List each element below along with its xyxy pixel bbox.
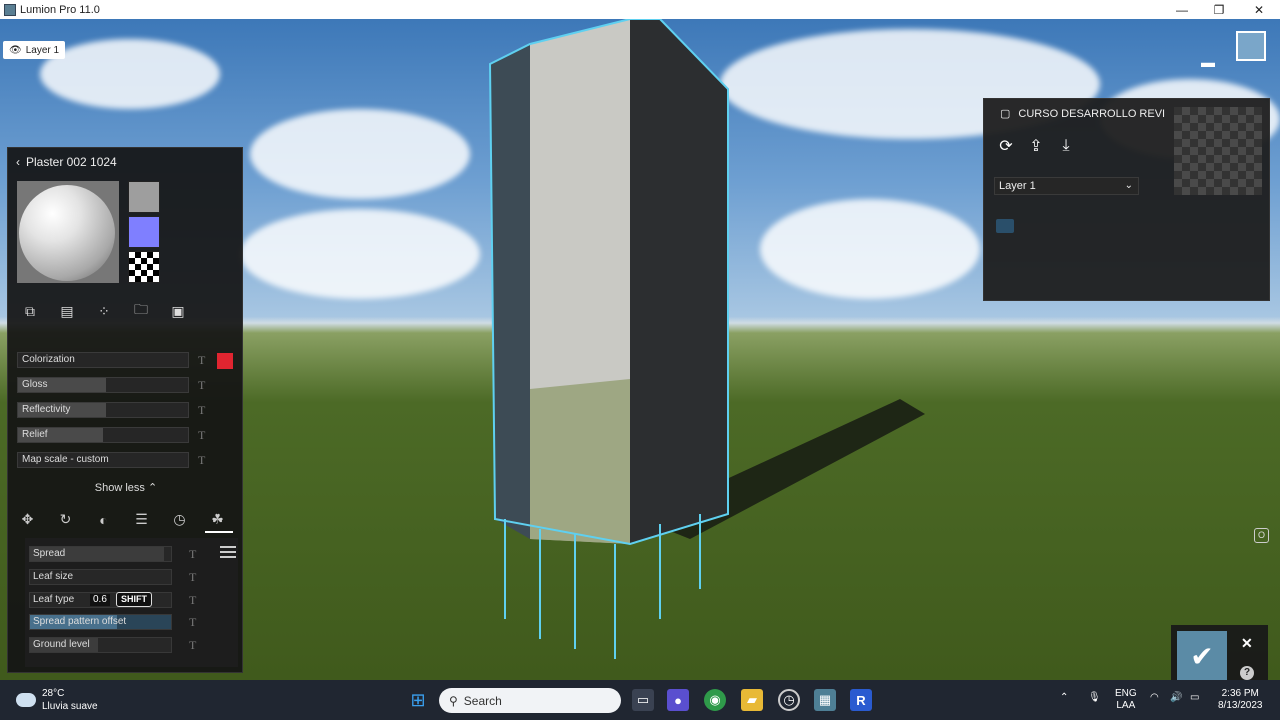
camera-icon[interactable]: ▬ xyxy=(1201,54,1215,70)
leaf-size-t-icon[interactable]: T xyxy=(189,570,196,585)
document-icon: ▢ xyxy=(1000,108,1011,120)
menu-icon[interactable] xyxy=(220,546,236,558)
teams-icon[interactable]: ● xyxy=(667,689,689,711)
language-indicator[interactable]: ENG LAA xyxy=(1115,688,1137,712)
wifi-icon[interactable]: ◠ xyxy=(1150,692,1159,704)
title-bar: Lumion Pro 11.0 — ❐ ✕ xyxy=(0,0,1280,19)
spread-pattern-offset-slider[interactable]: Spread pattern offset xyxy=(29,614,172,630)
map-scale-slider[interactable]: Map scale - custom xyxy=(17,452,189,468)
material-name: Plaster 002 1024 xyxy=(26,155,117,169)
colorization-slider[interactable]: Colorization xyxy=(17,352,189,368)
weather-widget[interactable]: 28°C Lluvia suave xyxy=(16,687,98,713)
material-panel: ‹ Plaster 002 1024 ⧉ ▤ ⁘ 🗀 ▣ Colorizatio… xyxy=(7,147,243,673)
material-preview xyxy=(17,181,119,283)
reflectivity-slider[interactable]: Reflectivity xyxy=(17,402,189,418)
reflectivity-t-icon[interactable]: T xyxy=(198,403,205,418)
lumion-taskbar-icon[interactable]: ▦ xyxy=(814,689,836,711)
colorization-color-swatch[interactable] xyxy=(217,353,233,369)
spread-t-icon[interactable]: T xyxy=(189,547,196,562)
layer-chip-label: Layer 1 xyxy=(25,44,60,56)
weather-temp: 28°C xyxy=(42,688,65,699)
orbit-toggle-icon[interactable]: O xyxy=(1254,528,1269,543)
chevron-down-icon: ⌄ xyxy=(1124,180,1133,191)
layer-chip[interactable]: 👁 Layer 1 xyxy=(3,41,66,59)
shift-key-hint: SHIFT xyxy=(116,592,152,607)
normal-swatch[interactable] xyxy=(128,216,160,248)
relief-t-icon[interactable]: T xyxy=(198,428,205,443)
upload-icon[interactable]: ⇪ xyxy=(1026,136,1046,156)
clock-icon[interactable]: ◷ xyxy=(170,510,189,529)
layers-panel-title: CURSO DESARROLLO REVI xyxy=(1018,107,1166,120)
cloud-rain-icon xyxy=(16,693,36,707)
file-explorer-icon[interactable]: ▰ xyxy=(741,689,763,711)
spread-slider[interactable]: Spread xyxy=(29,546,172,562)
show-less-toggle[interactable]: Show less ⌃ xyxy=(8,481,244,494)
copy-icon[interactable]: ⧉ xyxy=(20,301,40,321)
confirm-checkmark-button[interactable]: ✔ xyxy=(1177,631,1227,680)
gloss-t-icon[interactable]: T xyxy=(198,378,205,393)
task-view-icon[interactable]: ▭ xyxy=(632,689,654,711)
download-icon[interactable]: ⤓ xyxy=(1056,136,1076,156)
layer-thumbnail xyxy=(1174,107,1262,195)
leaf-size-slider[interactable]: Leaf size xyxy=(29,569,172,585)
help-icon[interactable]: ? xyxy=(1240,666,1254,680)
battery-icon[interactable]: ▭ xyxy=(1190,692,1199,704)
leaf-type-value[interactable]: 0.6 xyxy=(90,594,110,606)
confirm-panel: ✔ ✕ ? xyxy=(1171,625,1268,680)
revit-icon[interactable]: R xyxy=(850,689,872,711)
window-title: Lumion Pro 11.0 xyxy=(20,3,100,16)
layer-visibility-chip[interactable] xyxy=(996,219,1014,233)
gloss-slider[interactable]: Gloss xyxy=(17,377,189,393)
close-button[interactable]: ✕ xyxy=(1239,0,1279,19)
taskbar: 28°C Lluvia suave ⊞ ⚲ Search ▭ ● ◉ ▰ ◷ ▦… xyxy=(0,680,1280,720)
back-chevron-icon[interactable]: ‹ xyxy=(16,155,20,169)
sliders-icon[interactable]: ☰ xyxy=(132,510,151,529)
mask-swatch[interactable] xyxy=(128,251,160,283)
rotate-icon[interactable]: ↻ xyxy=(56,510,75,529)
ground-level-slider[interactable]: Ground level xyxy=(29,637,172,653)
chevron-up-icon[interactable]: ⌃ xyxy=(1060,692,1068,704)
maximize-button[interactable]: ❐ xyxy=(1199,0,1239,19)
screen-mode-icon[interactable] xyxy=(1236,31,1266,61)
eye-icon[interactable]: 👁 xyxy=(9,45,22,56)
chrome-icon[interactable]: ◉ xyxy=(704,689,726,711)
taskbar-search[interactable]: ⚲ Search xyxy=(439,688,621,713)
foliage-icon[interactable]: ☘ xyxy=(208,510,227,529)
recorder-icon[interactable]: ◷ xyxy=(778,689,800,711)
paste-icon[interactable]: ▤ xyxy=(57,301,77,321)
save-icon[interactable]: ▣ xyxy=(168,301,188,321)
foliage-settings: Spread T Leaf size T Leaf type 0.6 SHIFT… xyxy=(25,538,238,667)
leaf-type-t-icon[interactable]: T xyxy=(189,593,196,608)
cancel-x-icon[interactable]: ✕ xyxy=(1241,635,1253,652)
lumion-app-icon xyxy=(4,3,16,16)
refresh-icon[interactable]: ⟳ xyxy=(996,136,1016,156)
clock[interactable]: 2:36 PM 8/13/2023 xyxy=(1218,688,1263,712)
scatter-icon[interactable]: ⁘ xyxy=(94,301,114,321)
colorization-t-icon[interactable]: T xyxy=(198,353,205,368)
relief-slider[interactable]: Relief xyxy=(17,427,189,443)
spread-pattern-offset-t-icon[interactable]: T xyxy=(189,615,196,630)
folder-icon[interactable]: 🗀 xyxy=(131,301,151,321)
search-icon: ⚲ xyxy=(449,693,458,708)
active-tab-indicator xyxy=(205,531,233,533)
layers-panel: ▢ CURSO DESARROLLO REVI ⟳ ⇪ ⤓ Layer 1 ⌄ xyxy=(983,98,1270,301)
move-icon[interactable]: ✥ xyxy=(18,510,37,529)
minimize-button[interactable]: — xyxy=(1162,0,1202,19)
layer-dropdown[interactable]: Layer 1 ⌄ xyxy=(994,177,1139,195)
search-placeholder: Search xyxy=(463,693,502,708)
weather-desc: Lluvia suave xyxy=(42,701,98,712)
microphone-icon[interactable]: 🎙 xyxy=(1088,692,1101,704)
contrast-icon[interactable]: ◐ xyxy=(94,510,113,529)
albedo-swatch[interactable] xyxy=(128,181,160,213)
map-scale-t-icon[interactable]: T xyxy=(198,453,205,468)
layer-dropdown-value: Layer 1 xyxy=(999,180,1036,192)
leaf-type-slider[interactable]: Leaf type 0.6 SHIFT xyxy=(29,592,172,608)
windows-start-icon[interactable]: ⊞ xyxy=(407,689,429,711)
volume-icon[interactable]: 🔊 xyxy=(1170,692,1182,704)
ground-level-t-icon[interactable]: T xyxy=(189,638,196,653)
